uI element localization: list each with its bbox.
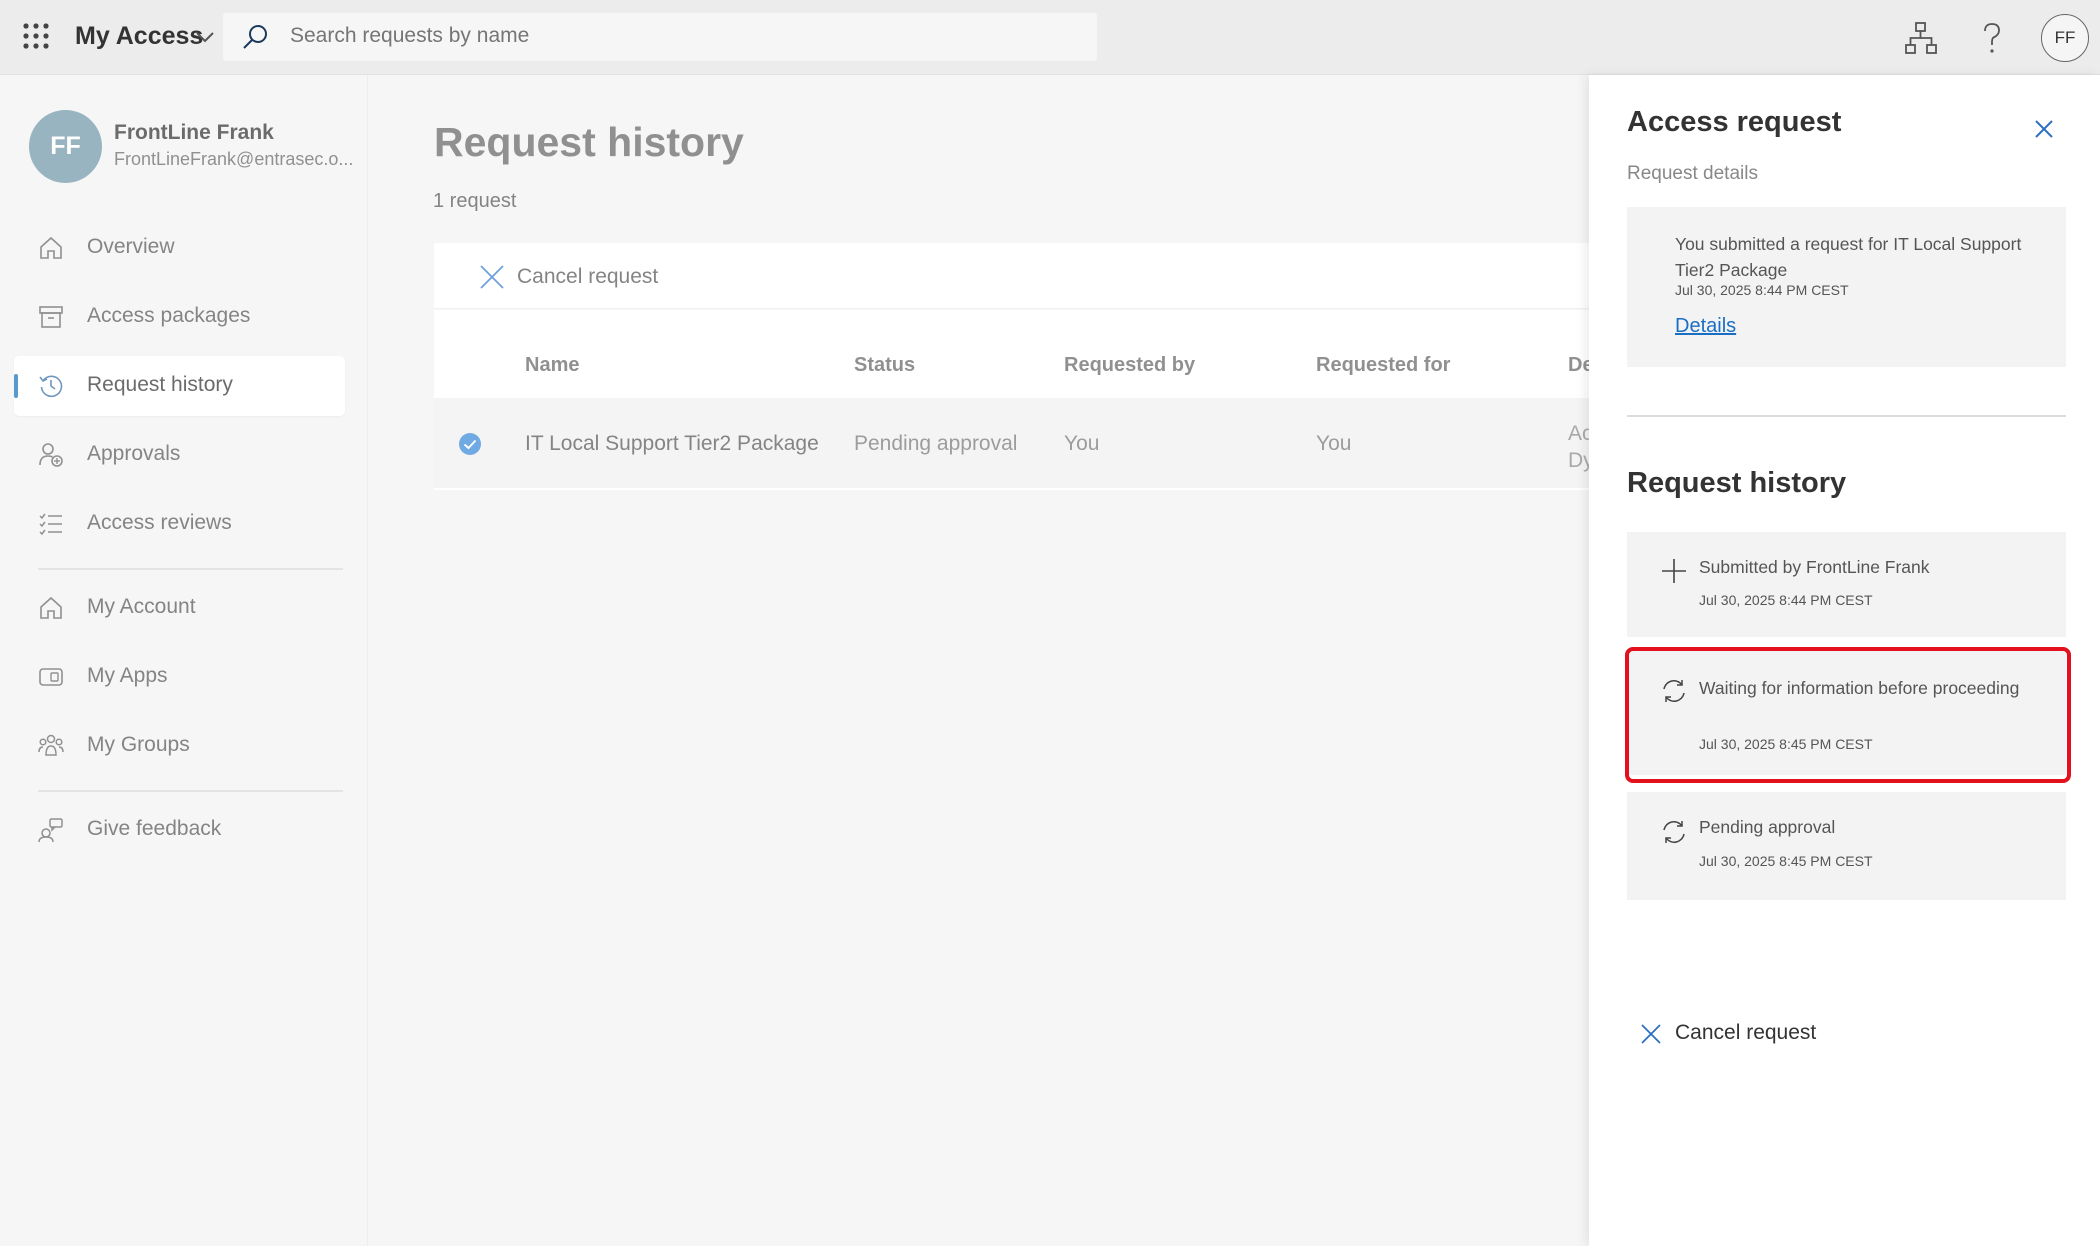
history-item-date: Jul 30, 2025 8:44 PM CEST: [1699, 592, 1873, 608]
summary-date: Jul 30, 2025 8:44 PM CEST: [1675, 282, 1849, 298]
history-title: Request history: [1627, 467, 1847, 499]
cancel-request-label: Cancel request: [1675, 1021, 1817, 1044]
history-item: Submitted by FrontLine Frank Jul 30, 202…: [1627, 532, 2066, 637]
history-item-date: Jul 30, 2025 8:45 PM CEST: [1699, 853, 1873, 869]
overlay-dim[interactable]: [0, 75, 1589, 1246]
request-summary-card: You submitted a request for IT Local Sup…: [1627, 207, 2066, 367]
history-item-label: Submitted by FrontLine Frank: [1699, 557, 1930, 577]
app-launcher-icon[interactable]: [20, 20, 52, 52]
sync-icon: [1663, 821, 1685, 843]
highlight-box: [1625, 647, 2071, 783]
close-icon[interactable]: [2029, 114, 2059, 144]
top-bar: My Access FF: [0, 0, 2100, 75]
search-icon: [243, 25, 267, 49]
org-chart-icon[interactable]: [1901, 18, 1941, 58]
search-box[interactable]: [223, 13, 1097, 61]
app-title[interactable]: My Access: [75, 22, 203, 51]
summary-text: You submitted a request for IT Local Sup…: [1675, 234, 2022, 280]
panel-subtitle: Request details: [1627, 163, 1758, 184]
details-link[interactable]: Details: [1675, 315, 1736, 338]
user-avatar-button[interactable]: FF: [2041, 14, 2089, 62]
history-item: Pending approval Jul 30, 2025 8:45 PM CE…: [1627, 792, 2066, 900]
help-icon[interactable]: [1972, 18, 2012, 58]
divider: [1627, 415, 2066, 417]
search-input[interactable]: [290, 24, 1050, 48]
history-item-label: Pending approval: [1699, 817, 1836, 837]
close-icon: [1641, 1024, 1661, 1044]
plus-icon: [1662, 559, 1686, 583]
panel-title: Access request: [1627, 106, 1842, 138]
chevron-down-icon[interactable]: [195, 30, 215, 44]
